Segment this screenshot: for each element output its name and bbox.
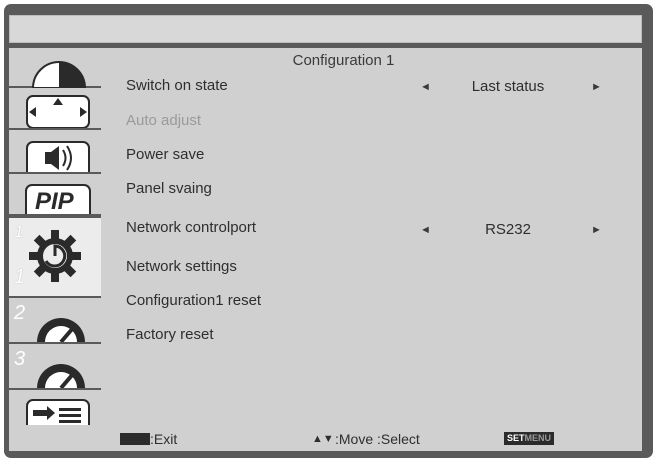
audio-icon [25,140,91,177]
menu-item-configuration1-reset[interactable]: Configuration1 reset [126,292,261,309]
configuration-3-icon [33,352,89,393]
tab-screen[interactable] [9,88,101,129]
menu-item-switch-on-state[interactable]: Switch on state [126,77,228,94]
set-key-label: SET [507,433,525,443]
screen-icon [25,92,91,133]
tab-number: 2 [14,302,26,324]
tab-pip[interactable]: PIP [9,174,101,215]
tab-number-bottom: 1 [14,266,26,288]
menu-item-panel-saving[interactable]: Panel svaing [126,180,212,197]
menu-item-factory-reset[interactable]: Factory reset [126,326,214,343]
move-select-hint: :Move :Select [335,431,420,447]
menu-title: Configuration 1 [292,52,395,69]
tab-source[interactable] [9,390,101,425]
menu-item-network-settings[interactable]: Network settings [126,258,237,275]
tab-configuration-3[interactable]: 3 [9,344,101,390]
move-arrows-icon: ▲▼ [312,433,334,445]
top-bar [9,15,642,43]
tab-number-top: 1 [14,222,24,241]
menu-item-network-controlport[interactable]: Network controlport [126,219,256,236]
pip-label: PIP [35,188,74,215]
menu-key-label: MENU [524,433,552,443]
right-arrow-icon[interactable]: ► [591,224,602,236]
tab-configuration-1[interactable]: 1 1 [9,218,101,296]
menu-item-auto-adjust: Auto adjust [126,112,202,129]
exit-key-icon [120,433,150,445]
set-menu-key-icon: SETMENU [504,432,555,445]
tab-number: 3 [14,348,26,370]
switch-on-state-value: Last status [471,78,545,95]
exit-hint: :Exit [150,431,178,447]
left-arrow-icon[interactable]: ◄ [420,224,431,236]
left-arrow-icon[interactable]: ◄ [420,81,431,93]
configuration-icon [27,228,83,289]
tab-configuration-2[interactable]: 2 [9,298,101,344]
configuration-2-icon [33,306,89,347]
network-controlport-value: RS232 [485,221,531,238]
menu-item-power-save[interactable]: Power save [126,146,204,163]
tab-audio[interactable] [9,130,101,172]
footer-bar: :Exit ▲▼ :Move :Select SETMENU [9,425,642,451]
pip-icon: PIP [25,184,91,215]
right-arrow-icon[interactable]: ► [591,81,602,93]
tab-picture[interactable] [9,48,101,89]
